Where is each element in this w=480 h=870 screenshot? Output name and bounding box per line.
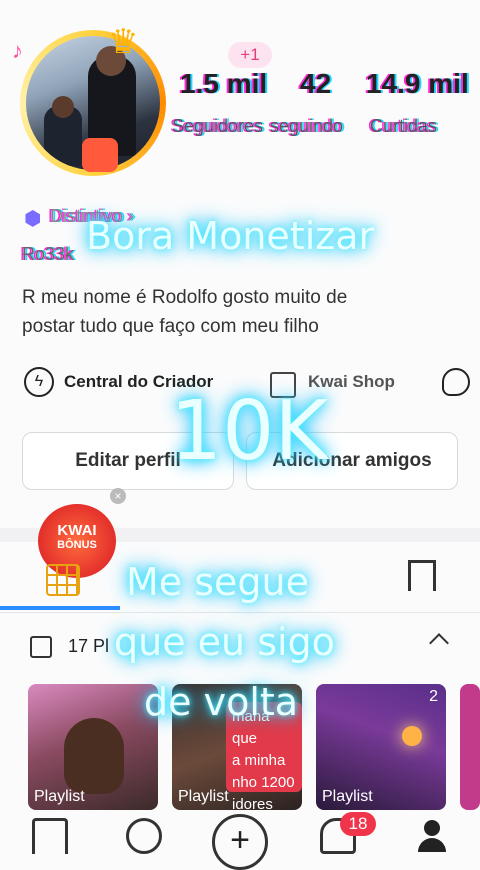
camera-sticker-icon	[82, 138, 118, 172]
followers-plus-badge: +1	[228, 42, 272, 68]
thumb-caption-line: nho 1200	[232, 774, 295, 791]
thumb-label: Playlist	[34, 788, 85, 805]
thumb-caption-line: a minha	[232, 752, 286, 769]
create-button[interactable]: +	[212, 814, 268, 870]
followers-count[interactable]: 1.5 mil	[180, 68, 267, 100]
likes-label: Curtidas	[370, 116, 438, 136]
overlay-text-bora-monetizar: Bora Monetizar	[86, 214, 375, 258]
chat-icon[interactable]	[442, 368, 470, 396]
badge-hex-icon: ⬢	[24, 208, 42, 230]
active-tab-indicator	[0, 606, 120, 610]
thumb-count: 2	[429, 688, 438, 705]
username-tag: Ro33k	[22, 244, 75, 264]
thumb-label: Playlist	[178, 788, 229, 805]
grid-tab-icon[interactable]	[46, 564, 80, 596]
playlist-count[interactable]: 17 Pl	[68, 636, 109, 657]
followers-label: Seguidores	[172, 116, 264, 136]
overlay-text-me-segue: Me segue	[126, 560, 310, 604]
discover-icon[interactable]	[126, 818, 162, 854]
playlist-thumb-3[interactable]: 2 Playlist	[316, 684, 446, 810]
overlay-text-de-volta: de volta	[144, 680, 299, 724]
profile-bio: R meu nome é Rodolfo gosto muito de post…	[22, 287, 348, 337]
music-note-icon: ♪	[12, 38, 23, 63]
playlist-thumb-4[interactable]	[460, 684, 480, 810]
bookmark-tab-icon[interactable]	[408, 560, 436, 591]
close-bonus-icon[interactable]: ×	[110, 488, 126, 504]
following-count[interactable]: 42	[300, 68, 331, 100]
thumb-caption-line: idores	[232, 796, 273, 810]
notifications-badge: 18	[340, 812, 376, 836]
playlist-icon	[30, 636, 52, 658]
bonus-line1: KWAI	[57, 522, 97, 539]
playlist-thumb-1[interactable]: Playlist	[28, 684, 158, 810]
following-label: seguindo	[270, 116, 344, 136]
overlay-text-10k: 10K	[170, 384, 329, 479]
collapse-chevron-icon[interactable]	[429, 633, 449, 653]
profile-nav-icon[interactable]	[418, 818, 446, 854]
thumb-label: Playlist	[322, 788, 373, 805]
likes-count[interactable]: 14.9 mil	[366, 68, 469, 100]
lightning-icon: ϟ	[24, 367, 54, 397]
bonus-line2: BÔNUS	[57, 539, 97, 551]
overlay-text-que-eu-sigo: que eu sigo	[114, 620, 335, 664]
home-icon[interactable]	[32, 818, 68, 854]
crown-icon: ♛	[108, 23, 139, 61]
tab-divider	[0, 612, 480, 613]
